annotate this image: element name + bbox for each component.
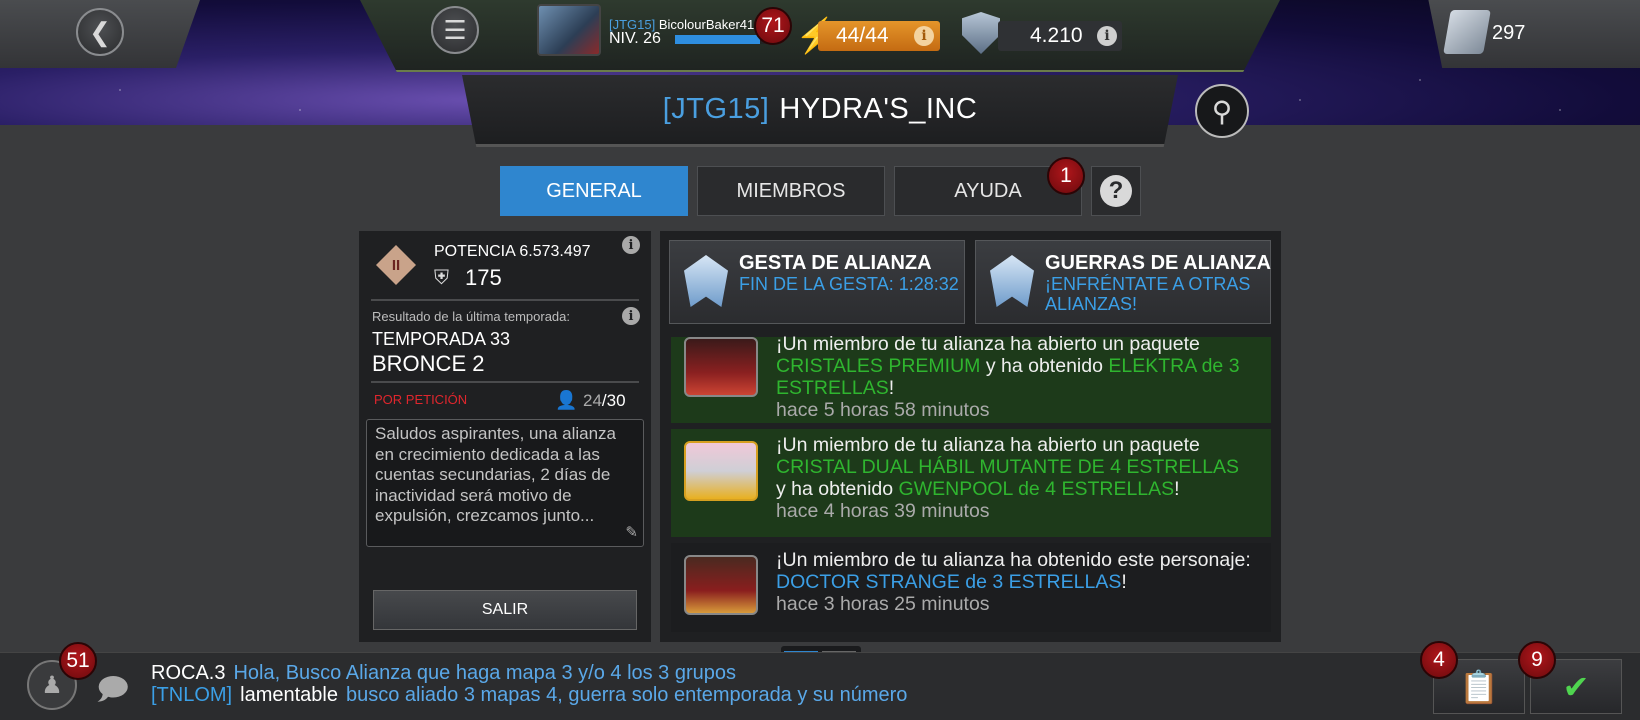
potency-emblem-icon: II: [376, 245, 416, 285]
feed-reward: GWENPOOL de 4 ESTRELLAS: [898, 478, 1175, 500]
alliance-overview-panel: II POTENCIA 6.573.497 ⛨ 175 i Resultado …: [359, 231, 651, 642]
checkmark-icon: ✔: [1562, 668, 1590, 705]
search-icon: ⚲: [1211, 95, 1233, 127]
feed-item: ¡Un miembro de tu alianza ha obtenido es…: [671, 543, 1271, 632]
feed-text: ¡Un miembro de tu alianza ha abierto un …: [776, 333, 1268, 421]
champion-portrait[interactable]: [684, 555, 758, 615]
units-value: 4.210: [1030, 24, 1083, 47]
chat-author: ROCA.3: [151, 662, 226, 684]
hamburger-menu-icon: ☰: [443, 14, 467, 45]
alliance-emblem-icon: [990, 255, 1034, 307]
feed-prefix: ¡Un miembro de tu alianza ha abierto un …: [776, 333, 1200, 355]
player-avatar[interactable]: [537, 4, 601, 56]
energy-value: 44/44: [836, 24, 889, 47]
chat-unread-badge: 51: [59, 642, 97, 680]
season-name: TEMPORADA 33: [372, 329, 511, 349]
event-title: GESTA DE ALIANZA: [739, 252, 932, 274]
alliance-quest-card[interactable]: GESTA DE ALIANZA FIN DE LA GESTA: 1:28:3…: [669, 240, 965, 324]
potency-label: POTENCIA 6.573.497: [434, 243, 591, 260]
alliance-name: HYDRA'S_INC: [779, 93, 978, 125]
feed-middle: y ha obtenido: [776, 478, 894, 500]
feed-text: ¡Un miembro de tu alianza ha obtenido es…: [776, 549, 1268, 615]
feed-time: hace 4 horas 39 minutos: [776, 500, 990, 522]
question-mark-icon: ?: [1100, 175, 1132, 207]
feed-middle: y ha obtenido: [985, 355, 1103, 377]
rank-icon: ⛨: [434, 267, 449, 289]
crystal-icon[interactable]: [1443, 10, 1491, 54]
chat-message: [TNLOM] lamentable busco aliado 3 mapas 4,…: [151, 684, 907, 707]
tab-general[interactable]: GENERAL: [500, 166, 688, 216]
season-tier: BRONCE 2: [372, 351, 485, 376]
alliance-description[interactable]: Saludos aspirantes, una alianza en creci…: [366, 419, 644, 547]
description-text: Saludos aspirantes, una alianza en creci…: [375, 424, 616, 526]
back-button[interactable]: ❮: [76, 8, 124, 56]
event-title: GUERRAS DE ALIANZA: [1045, 252, 1271, 274]
alliance-war-card[interactable]: GUERRAS DE ALIANZA ¡ENFRÉNTATE A OTRAS A…: [975, 240, 1271, 324]
tasks-badge: 4: [1420, 641, 1458, 679]
alliance-tag: [JTG15]: [662, 93, 770, 125]
season-caption: Resultado de la última temporada:: [372, 309, 571, 324]
feed-suffix: !: [888, 377, 895, 399]
leave-alliance-button[interactable]: SALIR: [373, 590, 637, 630]
crystal-count: 297: [1492, 22, 1526, 44]
feed-suffix: !: [1121, 571, 1127, 593]
feed-item-name: CRISTALES PREMIUM: [776, 355, 981, 377]
level-badge: 71: [754, 7, 792, 45]
join-mode-label: POR PETICIÓN: [374, 392, 468, 407]
divider: [371, 299, 639, 301]
champion-portrait[interactable]: [684, 337, 758, 397]
chat-message: ROCA.3 Hola, Busco Alianza que haga mapa …: [151, 662, 736, 685]
search-button[interactable]: ⚲: [1195, 84, 1249, 138]
tab-members[interactable]: MIEMBROS: [697, 166, 885, 216]
chat-text: busco aliado 3 mapas 4, guerra solo ente…: [345, 684, 908, 706]
feed-prefix: ¡Un miembro de tu alianza ha obtenido es…: [776, 549, 1251, 571]
feed-text: ¡Un miembro de tu alianza ha abierto un …: [776, 434, 1268, 522]
energy-info-icon[interactable]: i: [914, 26, 934, 46]
help-notification-badge: 1: [1047, 157, 1085, 195]
feed-item-name: CRISTAL DUAL HÁBIL MUTANTE DE 4 ESTRELLA…: [776, 456, 1240, 478]
event-subtitle: FIN DE LA GESTA: 1:28:32: [739, 274, 959, 294]
feed-suffix: !: [1174, 478, 1180, 500]
member-count: 24/30: [583, 391, 626, 411]
divider: [371, 381, 639, 383]
person-icon: 👤: [555, 390, 578, 410]
chat-text: Hola, Busco Alianza que haga mapa 3 y/o …: [233, 662, 737, 684]
member-current: 24: [583, 391, 602, 410]
rank-value: 175: [465, 265, 502, 290]
player-name-text: BicolourBaker41: [658, 17, 755, 32]
feed-reward: DOCTOR STRANGE de 3 ESTRELLAS: [776, 571, 1122, 593]
units-info-icon[interactable]: i: [1097, 26, 1117, 46]
completed-badge: 9: [1518, 641, 1556, 679]
clipboard-icon: 📋: [1459, 668, 1499, 705]
alliance-emblem-icon: [684, 255, 728, 307]
alliance-feed-panel: GESTA DE ALIANZA FIN DE LA GESTA: 1:28:3…: [660, 231, 1281, 642]
potency-info-icon[interactable]: i: [622, 236, 640, 254]
speech-bubble-icon[interactable]: 🗩: [96, 667, 129, 718]
chevron-left-icon: ❮: [89, 16, 111, 47]
feed-time: hace 5 horas 58 minutos: [776, 399, 990, 421]
alliance-name-banner: [JTG15] HYDRA'S_INC: [462, 75, 1178, 147]
help-button[interactable]: ?: [1091, 166, 1141, 216]
feed-item: ¡Un miembro de tu alianza ha abierto un …: [671, 333, 1271, 423]
season-info-icon[interactable]: i: [622, 307, 640, 325]
feed-prefix: ¡Un miembro de tu alianza ha abierto un …: [776, 434, 1200, 456]
champion-portrait[interactable]: [684, 441, 758, 501]
group-icon: ♟: [41, 671, 63, 699]
pencil-icon[interactable]: ✎: [625, 523, 638, 544]
feed-time: hace 3 horas 25 minutos: [776, 593, 990, 615]
menu-button[interactable]: ☰: [431, 6, 479, 54]
player-level: NIV. 26: [609, 30, 661, 47]
xp-bar-fill: [675, 35, 760, 44]
chat-author: lamentable: [240, 684, 338, 706]
chat-tag: [TNLOM]: [151, 684, 233, 706]
member-max: /30: [601, 391, 626, 410]
event-subtitle: ¡ENFRÉNTATE A OTRAS ALIANZAS!: [1045, 274, 1251, 314]
feed-item: ¡Un miembro de tu alianza ha abierto un …: [671, 429, 1271, 537]
